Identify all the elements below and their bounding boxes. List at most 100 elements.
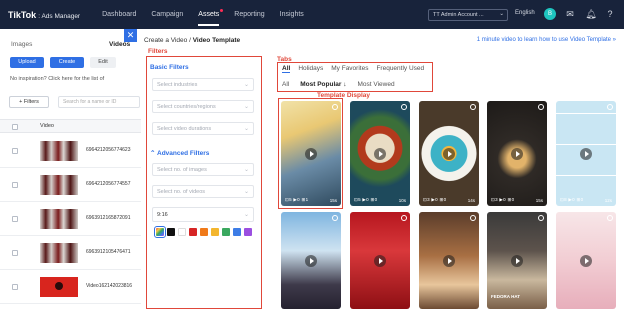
template-card[interactable]	[281, 212, 341, 309]
nav-item-insights[interactable]: Insights	[280, 9, 304, 20]
play-icon[interactable]	[443, 254, 455, 267]
color-swatch[interactable]	[222, 228, 230, 236]
upload-button[interactable]: Upload	[10, 57, 44, 68]
learn-link[interactable]: 1 minute video to learn how to use Video…	[477, 37, 616, 43]
chevron-down-icon: ⌄	[243, 126, 249, 132]
color-swatch[interactable]	[200, 228, 208, 236]
row-checkbox[interactable]	[12, 284, 18, 290]
images-count-select[interactable]: Select no. of images ⌄	[152, 163, 254, 176]
chevron-down-icon: ⌄	[243, 212, 249, 218]
video-thumbnail[interactable]	[40, 243, 78, 263]
ratio-select[interactable]: 9:16 ⌄	[152, 207, 254, 222]
row-checkbox[interactable]	[12, 216, 18, 222]
tab-holidays[interactable]: Holidays	[298, 65, 323, 73]
play-icon[interactable]	[374, 254, 386, 267]
breadcrumb-parent[interactable]: Create a Video	[144, 37, 187, 44]
color-swatch[interactable]	[244, 228, 252, 236]
color-swatches	[154, 226, 252, 238]
color-swatch[interactable]	[189, 228, 197, 236]
table-row[interactable]: 6964212056774557	[0, 168, 145, 202]
color-swatch[interactable]	[178, 228, 186, 236]
tab-my-favorites[interactable]: My Favorites	[331, 65, 368, 73]
filters-button[interactable]: + Filters	[9, 96, 49, 108]
play-icon[interactable]	[305, 254, 317, 267]
play-icon[interactable]	[374, 147, 386, 160]
nav-item-campaign[interactable]: Campaign	[151, 9, 183, 20]
info-icon[interactable]	[607, 215, 613, 221]
video-thumbnail[interactable]	[40, 175, 78, 195]
tab-all[interactable]: All	[282, 65, 291, 73]
play-icon[interactable]	[511, 254, 523, 267]
template-duration: 10s	[398, 198, 406, 203]
info-icon[interactable]	[538, 215, 544, 221]
avatar[interactable]: B	[544, 8, 556, 20]
info-icon[interactable]	[538, 104, 544, 110]
nav-item-reporting[interactable]: Reporting	[234, 9, 264, 20]
inspiration-notice[interactable]: No inspiration? Click here for the list …	[10, 76, 104, 82]
color-swatch[interactable]	[211, 228, 219, 236]
top-nav: TikTok : Ads Manager Dashboard Campaign As…	[0, 0, 624, 29]
info-icon[interactable]	[332, 215, 338, 221]
sort-tab-most-popular[interactable]: Most Popular ↓	[300, 81, 346, 88]
regions-select[interactable]: Select countries/regions ⌄	[152, 100, 254, 113]
table-row[interactable]: 6963912165872091	[0, 202, 145, 236]
play-icon[interactable]	[511, 147, 523, 160]
create-button[interactable]: Create	[50, 57, 84, 68]
template-card[interactable]: FEDORA HAT	[487, 212, 547, 309]
row-checkbox[interactable]	[12, 250, 18, 256]
play-icon[interactable]	[580, 147, 592, 160]
color-swatch[interactable]	[167, 228, 175, 236]
help-icon[interactable]: ?	[604, 8, 616, 20]
info-icon[interactable]	[332, 104, 338, 110]
template-card[interactable]	[556, 212, 616, 309]
table-row[interactable]: 6963912105476471	[0, 236, 145, 270]
color-swatch[interactable]	[233, 228, 241, 236]
template-card[interactable]: ⊡3 ▶0 ⊞0 14s	[419, 101, 479, 206]
videos-count-select[interactable]: Select no. of videos ⌄	[152, 185, 254, 198]
close-icon[interactable]: ✕	[124, 29, 137, 42]
tab-images[interactable]: Images	[11, 41, 32, 48]
play-icon[interactable]	[443, 147, 455, 160]
template-card[interactable]: ⊡8 ▶0 ⊞0 12s	[556, 101, 616, 206]
bell-icon[interactable]: 🔔︎	[585, 8, 597, 20]
edit-button[interactable]: Edit	[90, 57, 116, 68]
account-selector[interactable]: TT Admin Account ... ⌄	[428, 9, 508, 21]
template-card[interactable]	[350, 212, 410, 309]
language-selector[interactable]: English	[515, 10, 535, 16]
sort-tab-all[interactable]: All	[282, 81, 289, 88]
play-icon[interactable]	[580, 254, 592, 267]
industries-select[interactable]: Select industries ⌄	[152, 78, 254, 91]
row-checkbox[interactable]	[12, 182, 18, 188]
template-card[interactable]: ⊡3 ▶0 ⊞0 15s	[487, 101, 547, 206]
video-id: Video162142023816	[86, 283, 133, 289]
tiktok-logo[interactable]: TikTok : Ads Manager	[8, 10, 80, 20]
tab-videos[interactable]: Videos	[109, 41, 130, 48]
template-duration: 15s	[329, 198, 337, 203]
video-thumbnail[interactable]	[40, 141, 78, 161]
template-card[interactable]: ⊡5 ▶0 ⊞0 10s	[350, 101, 410, 206]
info-icon[interactable]	[470, 215, 476, 221]
mail-icon[interactable]: ✉	[564, 8, 576, 20]
chevron-down-icon: ⌄	[499, 11, 504, 17]
nav-item-assets[interactable]: Assets	[198, 9, 224, 26]
info-icon[interactable]	[470, 104, 476, 110]
search-input[interactable]: Search for a name or ID	[58, 96, 140, 108]
tab-frequently-used[interactable]: Frequently Used	[376, 65, 424, 73]
durations-select[interactable]: Select video durations ⌄	[152, 122, 254, 135]
sort-tab-most-viewed[interactable]: Most Viewed	[357, 81, 394, 88]
nav-item-dashboard[interactable]: Dashboard	[102, 9, 136, 20]
advanced-filters-toggle[interactable]: ⌃ Advanced Filters	[150, 149, 209, 157]
table-row[interactable]: Video162142023816	[0, 270, 145, 304]
row-checkbox[interactable]	[12, 148, 18, 154]
template-card[interactable]	[419, 212, 479, 309]
video-thumbnail[interactable]	[40, 209, 78, 229]
info-icon[interactable]	[401, 215, 407, 221]
color-swatch-all[interactable]	[154, 226, 166, 238]
table-row[interactable]: 6964212056774623	[0, 134, 145, 168]
info-icon[interactable]	[607, 104, 613, 110]
template-card[interactable]: ⊡5 ▶0 ⊞1 15s	[281, 101, 341, 206]
select-all-checkbox[interactable]	[12, 124, 18, 130]
play-icon[interactable]	[305, 147, 317, 160]
info-icon[interactable]	[401, 104, 407, 110]
video-thumbnail[interactable]	[40, 277, 78, 297]
